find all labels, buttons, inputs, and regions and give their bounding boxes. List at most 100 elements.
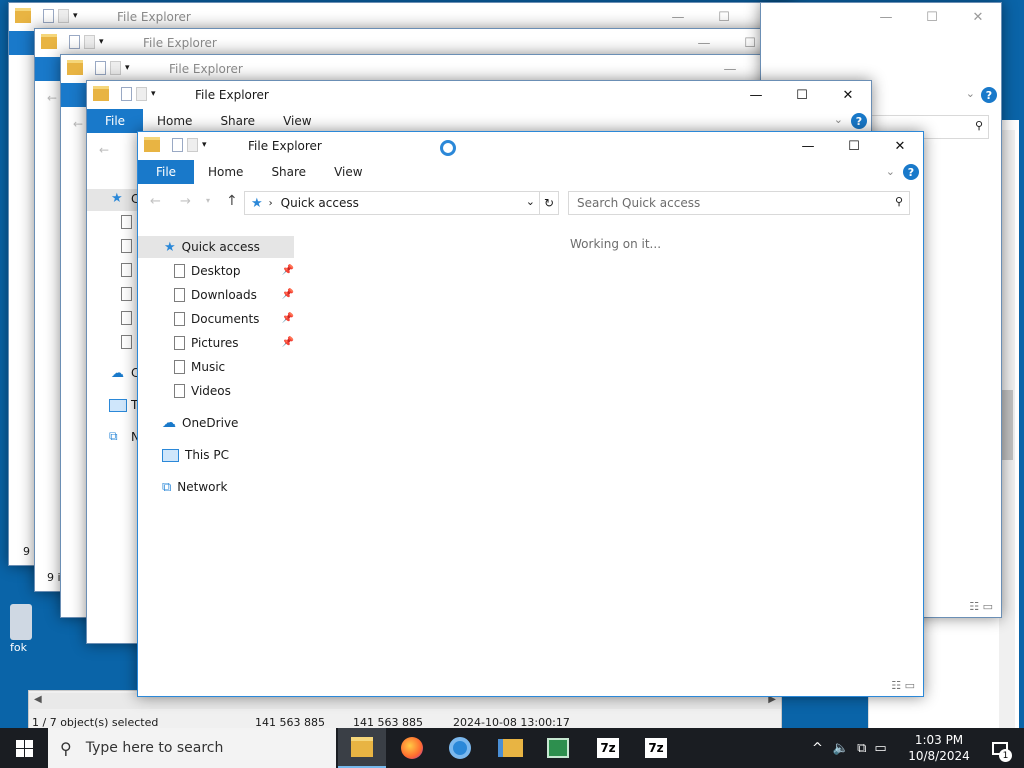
taskbar-app-firefox[interactable] xyxy=(388,728,436,768)
notification-center-button[interactable]: 1 xyxy=(980,728,1020,768)
forward-arrow-icon[interactable]: → xyxy=(180,194,191,209)
properties-icon[interactable] xyxy=(43,8,54,23)
taskbar-app-7zip-2[interactable]: 7z xyxy=(632,728,680,768)
tab-view[interactable]: View xyxy=(283,114,311,128)
new-folder-icon[interactable] xyxy=(110,60,121,75)
ribbon-expand-icon[interactable]: ⌄ xyxy=(966,87,975,100)
new-folder-icon[interactable] xyxy=(58,8,69,23)
close-button[interactable]: ✕ xyxy=(877,132,923,160)
system-tray: ^ 🔈 ⧉ ▭ xyxy=(812,728,895,768)
minimize-button[interactable]: — xyxy=(863,3,909,31)
sidebar-item-desktop[interactable]: Desktop 📌 xyxy=(138,260,294,282)
qat-dropdown-icon[interactable]: ▾ xyxy=(151,89,156,99)
large-icons-view-icon[interactable]: ▭ xyxy=(905,679,915,692)
pin-icon[interactable]: 📌 xyxy=(282,265,294,276)
sidebar-item-downloads[interactable]: Downloads 📌 xyxy=(138,284,294,306)
taskbar-app-folder[interactable] xyxy=(486,728,534,768)
up-arrow-icon[interactable]: ↑ xyxy=(226,193,238,209)
file-icon xyxy=(174,264,185,278)
tab-home[interactable]: Home xyxy=(157,114,192,128)
properties-icon[interactable] xyxy=(121,86,132,101)
properties-icon[interactable] xyxy=(95,60,106,75)
taskbar-app-chrome[interactable] xyxy=(436,728,484,768)
tab-share[interactable]: Share xyxy=(220,114,255,128)
desktop-icon[interactable]: fok xyxy=(10,604,38,654)
show-hidden-icons-icon[interactable]: ^ xyxy=(812,741,823,756)
properties-icon[interactable] xyxy=(69,34,80,49)
maximize-button[interactable]: ☐ xyxy=(909,3,955,31)
tab-home[interactable]: Home xyxy=(208,165,243,179)
minimize-button[interactable]: — xyxy=(681,29,727,57)
address-path[interactable]: Quick access xyxy=(281,196,359,210)
explorer-window-active[interactable]: ▾ File Explorer — ☐ ✕ File Home Share View… xyxy=(137,131,924,697)
minimize-button[interactable]: — xyxy=(707,55,753,83)
volume-muted-icon[interactable]: 🔈 xyxy=(833,741,849,756)
view-toggle[interactable]: ☷ ▭ xyxy=(969,600,993,613)
refresh-button[interactable]: ↻ xyxy=(539,191,559,215)
sidebar-item-music[interactable]: Music xyxy=(138,356,294,378)
title-bar[interactable]: ▾ File Explorer —☐✕ xyxy=(87,81,871,109)
sidebar-item-network[interactable]: ⧉ Network xyxy=(138,476,294,498)
clock[interactable]: 1:03 PM 10/8/2024 xyxy=(904,732,974,764)
maximize-button[interactable]: ☐ xyxy=(701,3,747,31)
pin-icon[interactable]: 📌 xyxy=(282,313,294,324)
tab-share[interactable]: Share xyxy=(271,165,306,179)
qat-dropdown-icon[interactable]: ▾ xyxy=(202,140,207,150)
title-bar[interactable]: ▾ File Explorer —☐✕ xyxy=(138,132,923,160)
pin-icon[interactable]: 📌 xyxy=(282,337,294,348)
sidebar-item-documents[interactable]: Documents 📌 xyxy=(138,308,294,330)
minimize-button[interactable]: — xyxy=(655,3,701,31)
new-folder-icon[interactable] xyxy=(136,86,147,101)
new-folder-icon[interactable] xyxy=(187,137,198,152)
taskbar-app-7zip[interactable]: 7z xyxy=(584,728,632,768)
properties-icon[interactable] xyxy=(172,137,183,152)
nav-back-icon[interactable]: ← xyxy=(47,91,57,105)
help-icon[interactable]: ? xyxy=(981,87,997,103)
tab-file[interactable]: File xyxy=(138,160,194,184)
details-view-icon[interactable]: ☷ xyxy=(891,679,901,692)
help-icon[interactable]: ? xyxy=(851,113,867,129)
help-icon[interactable]: ? xyxy=(903,164,919,180)
qat-dropdown-icon[interactable]: ▾ xyxy=(125,63,130,73)
taskbar-app-spreadsheet[interactable] xyxy=(534,728,582,768)
network-status-icon[interactable]: ⧉ xyxy=(857,741,866,756)
back-scroll-thumb[interactable] xyxy=(1001,390,1013,460)
title-bar[interactable]: ▾ File Explorer —☐✕ xyxy=(9,3,793,31)
new-folder-icon[interactable] xyxy=(84,34,95,49)
taskbar-search[interactable]: ⚲ Type here to search xyxy=(48,728,336,768)
maximize-button[interactable]: ☐ xyxy=(831,132,877,160)
minimize-button[interactable]: — xyxy=(733,81,779,109)
qat-dropdown-icon[interactable]: ▾ xyxy=(73,11,78,21)
view-toggle[interactable]: ☷ ▭ xyxy=(891,679,915,692)
sidebar-item-pictures[interactable]: Pictures 📌 xyxy=(138,332,294,354)
pin-icon[interactable]: 📌 xyxy=(282,289,294,300)
ribbon-expand-icon[interactable]: ⌄ xyxy=(834,113,843,126)
qat-dropdown-icon[interactable]: ▾ xyxy=(99,37,104,47)
back-arrow-icon[interactable]: ← xyxy=(150,194,161,209)
recent-dropdown-icon[interactable]: ▾ xyxy=(206,196,210,205)
sidebar-item-onedrive[interactable]: ☁ OneDrive xyxy=(138,412,294,434)
display-icon[interactable]: ▭ xyxy=(874,741,886,756)
nav-back-icon[interactable]: ← xyxy=(99,143,109,157)
search-box[interactable]: Search Quick access ⚲ xyxy=(568,191,910,215)
start-button[interactable] xyxy=(0,728,48,768)
title-bar[interactable]: ▾ File Explorer —☐✕ xyxy=(35,29,819,57)
address-dropdown-icon[interactable]: ⌄ xyxy=(526,195,535,208)
ribbon-expand-icon[interactable]: ⌄ xyxy=(886,165,895,178)
sidebar-item-quick-access[interactable]: ★ Quick access xyxy=(138,236,294,258)
search-input[interactable]: Search Quick access xyxy=(577,196,700,210)
maximize-button[interactable]: ☐ xyxy=(779,81,825,109)
sidebar-item-videos[interactable]: Videos xyxy=(138,380,294,402)
scroll-left-icon[interactable]: ◀ xyxy=(34,694,42,705)
close-button[interactable]: ✕ xyxy=(825,81,871,109)
minimize-button[interactable]: — xyxy=(785,132,831,160)
tab-view[interactable]: View xyxy=(334,165,362,179)
address-bar[interactable]: ★ › Quick access ⌄ xyxy=(244,191,540,215)
sidebar-item-this-pc[interactable]: This PC xyxy=(138,444,294,466)
tab-file[interactable]: File xyxy=(87,109,143,133)
close-button[interactable]: ✕ xyxy=(955,3,1001,31)
title-bar[interactable]: ▾ File Explorer —☐✕ xyxy=(61,55,845,83)
taskbar-search-input[interactable]: Type here to search xyxy=(86,740,224,756)
taskbar-app-file-explorer[interactable] xyxy=(338,728,386,768)
nav-back-icon[interactable]: ← xyxy=(73,117,83,131)
